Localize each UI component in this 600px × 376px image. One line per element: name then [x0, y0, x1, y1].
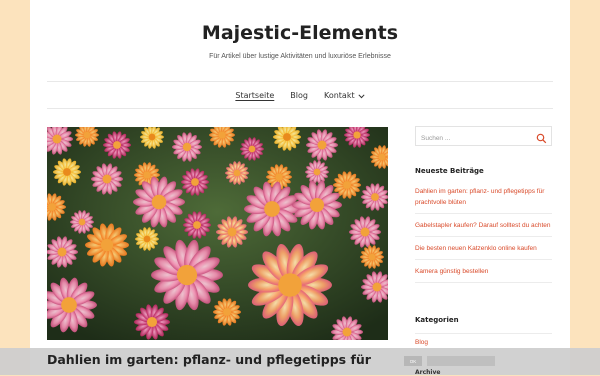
- list-item: Dahlien im garten: pflanz- und pflegetip…: [415, 181, 552, 214]
- dahlia-flowers-photo: [47, 127, 388, 340]
- site-tagline: Für Artikel über lustige Aktivitäten und…: [209, 53, 391, 60]
- main-navigation: Startseite Blog Kontakt: [30, 91, 570, 100]
- category-link[interactable]: Blog: [415, 339, 428, 346]
- list-item: Die besten neuen Katzenklo online kaufen: [415, 237, 552, 260]
- cookie-accept-button[interactable]: OK: [404, 356, 422, 366]
- search-box: [415, 126, 552, 148]
- recent-post-link[interactable]: Kamera günstig bestellen: [415, 268, 488, 275]
- nav-item-blog[interactable]: Blog: [290, 91, 308, 100]
- header-divider-top: [47, 81, 553, 82]
- nav-item-kontakt[interactable]: Kontakt: [324, 91, 365, 100]
- header-divider-bottom: [47, 108, 553, 109]
- list-item: Gabelstapler kaufen? Darauf solltest du …: [415, 214, 552, 237]
- search-input[interactable]: [416, 129, 536, 148]
- post-title[interactable]: Dahlien im garten: pflanz- und pflegetip…: [47, 352, 371, 367]
- recent-post-link[interactable]: Dahlien im garten: pflanz- und pflegetip…: [415, 188, 544, 206]
- recent-post-link[interactable]: Gabelstapler kaufen? Darauf solltest du …: [415, 222, 551, 229]
- featured-image[interactable]: [47, 127, 388, 340]
- list-item: Kamera günstig bestellen: [415, 260, 552, 283]
- search-icon[interactable]: [536, 131, 547, 144]
- site-title[interactable]: Majestic-Elements: [30, 22, 570, 44]
- nav-label: Kontakt: [323, 91, 355, 100]
- page-container: Majestic-Elements Für Artikel über lusti…: [30, 0, 570, 375]
- nav-label: Blog: [290, 91, 308, 100]
- categories-title: Kategorien: [415, 316, 459, 324]
- recent-posts-title: Neueste Beiträge: [415, 167, 484, 175]
- cookie-more-button[interactable]: [427, 356, 495, 366]
- recent-posts-list: Dahlien im garten: pflanz- und pflegetip…: [415, 181, 552, 283]
- nav-label: Startseite: [235, 91, 275, 100]
- recent-post-link[interactable]: Die besten neuen Katzenklo online kaufen: [415, 245, 537, 252]
- cookie-text: ...: [346, 358, 350, 363]
- nav-item-startseite[interactable]: Startseite: [235, 91, 274, 100]
- chevron-down-icon: [358, 93, 365, 101]
